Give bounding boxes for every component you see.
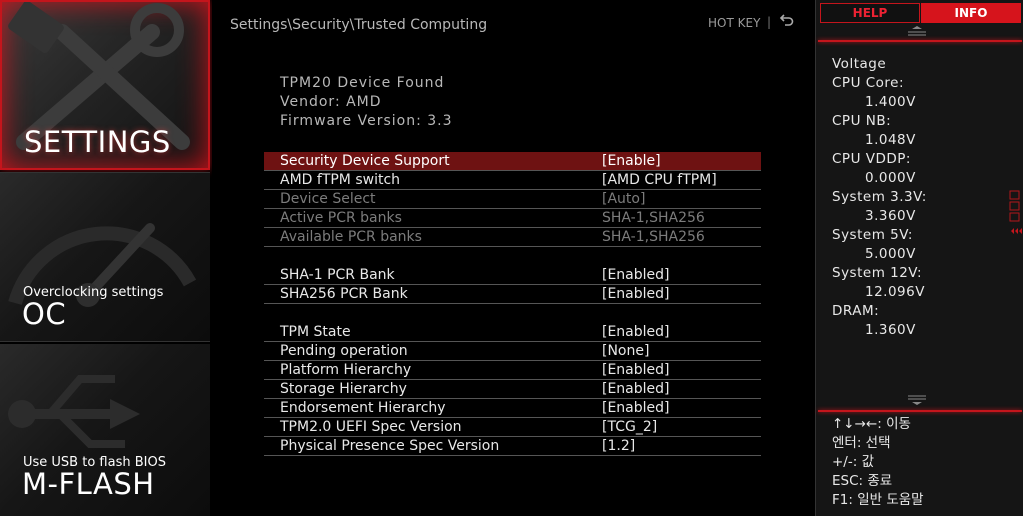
setting-value: SHA-1,SHA256 bbox=[602, 229, 705, 245]
setting-row-platform-hierarchy[interactable]: Platform Hierarchy [Enabled] bbox=[264, 361, 761, 380]
setting-row-physical-presence-spec-version[interactable]: Physical Presence Spec Version [1.2] bbox=[264, 437, 761, 456]
voltage-title: Voltage bbox=[832, 56, 887, 72]
mflash-title: M-FLASH bbox=[22, 467, 155, 501]
panel-collapse-handle[interactable] bbox=[1008, 190, 1022, 238]
voltage-value: 1.048V bbox=[865, 132, 916, 148]
voltage-label: CPU NB: bbox=[832, 113, 892, 129]
voltage-list: Voltage CPU Core: 1.400V CPU NB: 1.048V … bbox=[832, 55, 1012, 340]
key-help-item: ↑↓→←: 이동 bbox=[832, 416, 911, 432]
setting-row-sha256-pcr-bank[interactable]: SHA256 PCR Bank [Enabled] bbox=[264, 285, 761, 304]
setting-row-pending-operation[interactable]: Pending operation [None] bbox=[264, 342, 761, 361]
setting-value: [1.2] bbox=[602, 438, 636, 454]
oc-title: OC bbox=[22, 297, 67, 331]
voltage-label: CPU Core: bbox=[832, 75, 905, 91]
setting-value: [Enabled] bbox=[602, 362, 670, 378]
setting-label: TPM2.0 UEFI Spec Version bbox=[280, 419, 462, 435]
setting-row-tpm-state[interactable]: TPM State [Enabled] bbox=[264, 323, 761, 342]
scroll-up-icon[interactable] bbox=[906, 26, 928, 38]
setting-value: [Auto] bbox=[602, 191, 646, 207]
setting-label: Active PCR banks bbox=[280, 210, 402, 226]
setting-row-security-device-support[interactable]: Security Device Support [Enable] bbox=[264, 152, 761, 171]
panel-divider bbox=[818, 40, 1022, 42]
back-arrow-icon[interactable] bbox=[778, 14, 794, 30]
setting-value: [Enabled] bbox=[602, 400, 670, 416]
voltage-label: System 5V: bbox=[832, 227, 913, 243]
voltage-label: DRAM: bbox=[832, 303, 880, 319]
setting-label: Storage Hierarchy bbox=[280, 381, 407, 397]
panel-divider bbox=[818, 410, 1022, 412]
setting-value: [Enabled] bbox=[602, 267, 670, 283]
setting-label: AMD fTPM switch bbox=[280, 172, 401, 188]
setting-label: Pending operation bbox=[280, 343, 408, 359]
voltage-label: System 3.3V: bbox=[832, 189, 927, 205]
setting-value: [Enabled] bbox=[602, 381, 670, 397]
setting-label: Platform Hierarchy bbox=[280, 362, 412, 378]
setting-label: SHA256 PCR Bank bbox=[280, 286, 408, 302]
voltage-value: 5.000V bbox=[865, 246, 916, 262]
tab-help[interactable]: HELP bbox=[820, 3, 920, 23]
setting-row-sha1-pcr-bank[interactable]: SHA-1 PCR Bank [Enabled] bbox=[264, 266, 761, 285]
setting-label: Physical Presence Spec Version bbox=[280, 438, 500, 454]
key-help-item: F1: 일반 도움말 bbox=[832, 492, 924, 508]
tpm-vendor: Vendor: AMD bbox=[280, 94, 382, 110]
sidebar-tile-mflash[interactable]: Use USB to flash BIOS M-FLASH bbox=[0, 344, 210, 516]
key-help-item: +/-: 값 bbox=[832, 454, 874, 470]
key-help-item: ESC: 종료 bbox=[832, 473, 893, 489]
setting-value: [TCG_2] bbox=[602, 419, 658, 435]
voltage-value: 12.096V bbox=[865, 284, 925, 300]
scroll-down-icon[interactable] bbox=[906, 394, 928, 406]
hotkey-separator: | bbox=[767, 15, 772, 29]
voltage-label: System 12V: bbox=[832, 265, 922, 281]
tab-info[interactable]: INFO bbox=[921, 3, 1021, 23]
settings-title: SETTINGS bbox=[24, 125, 171, 159]
key-help-list: ↑↓→←: 이동 엔터: 선택 +/-: 값 ESC: 종료 F1: 일반 도움… bbox=[832, 415, 924, 510]
setting-row-tpm20-uefi-spec-version[interactable]: TPM2.0 UEFI Spec Version [TCG_2] bbox=[264, 418, 761, 437]
setting-value: [Enabled] bbox=[602, 286, 670, 302]
setting-value: [None] bbox=[602, 343, 650, 359]
voltage-value: 1.400V bbox=[865, 94, 916, 110]
setting-row-available-pcr-banks: Available PCR banks SHA-1,SHA256 bbox=[264, 228, 761, 247]
info-panel: HELP INFO Voltage CPU Core: 1.400V CPU N… bbox=[815, 0, 1023, 516]
sidebar-tile-settings[interactable]: SETTINGS bbox=[0, 0, 210, 170]
setting-row-active-pcr-banks: Active PCR banks SHA-1,SHA256 bbox=[264, 209, 761, 228]
setting-value: [Enable] bbox=[602, 153, 661, 169]
key-help-item: 엔터: 선택 bbox=[832, 435, 891, 451]
setting-label: Endorsement Hierarchy bbox=[280, 400, 446, 416]
setting-row-device-select: Device Select [Auto] bbox=[264, 190, 761, 209]
breadcrumb: Settings\Security\Trusted Computing bbox=[230, 17, 488, 33]
setting-label: Available PCR banks bbox=[280, 229, 422, 245]
main-panel: Settings\Security\Trusted Computing HOT … bbox=[212, 0, 813, 516]
setting-row-storage-hierarchy[interactable]: Storage Hierarchy [Enabled] bbox=[264, 380, 761, 399]
sidebar-tile-oc[interactable]: Overclocking settings OC bbox=[0, 172, 210, 342]
setting-value: [AMD CPU fTPM] bbox=[602, 172, 717, 188]
setting-label: Security Device Support bbox=[280, 153, 450, 169]
tpm-firmware-version: Firmware Version: 3.3 bbox=[280, 113, 453, 129]
setting-label: SHA-1 PCR Bank bbox=[280, 267, 395, 283]
hotkey-button[interactable]: HOT KEY bbox=[708, 16, 760, 30]
setting-row-endorsement-hierarchy[interactable]: Endorsement Hierarchy [Enabled] bbox=[264, 399, 761, 418]
setting-label: TPM State bbox=[280, 324, 351, 340]
setting-label: Device Select bbox=[280, 191, 376, 207]
voltage-value: 3.360V bbox=[865, 208, 916, 224]
tpm-device-found: TPM20 Device Found bbox=[280, 75, 445, 91]
setting-value: [Enabled] bbox=[602, 324, 670, 340]
voltage-value: 0.000V bbox=[865, 170, 916, 186]
voltage-value: 1.360V bbox=[865, 322, 916, 338]
setting-row-amd-ftpm-switch[interactable]: AMD fTPM switch [AMD CPU fTPM] bbox=[264, 171, 761, 190]
bios-screen: SETTINGS Overclocking settings OC Use US… bbox=[0, 0, 1023, 516]
voltage-label: CPU VDDP: bbox=[832, 151, 911, 167]
setting-value: SHA-1,SHA256 bbox=[602, 210, 705, 226]
